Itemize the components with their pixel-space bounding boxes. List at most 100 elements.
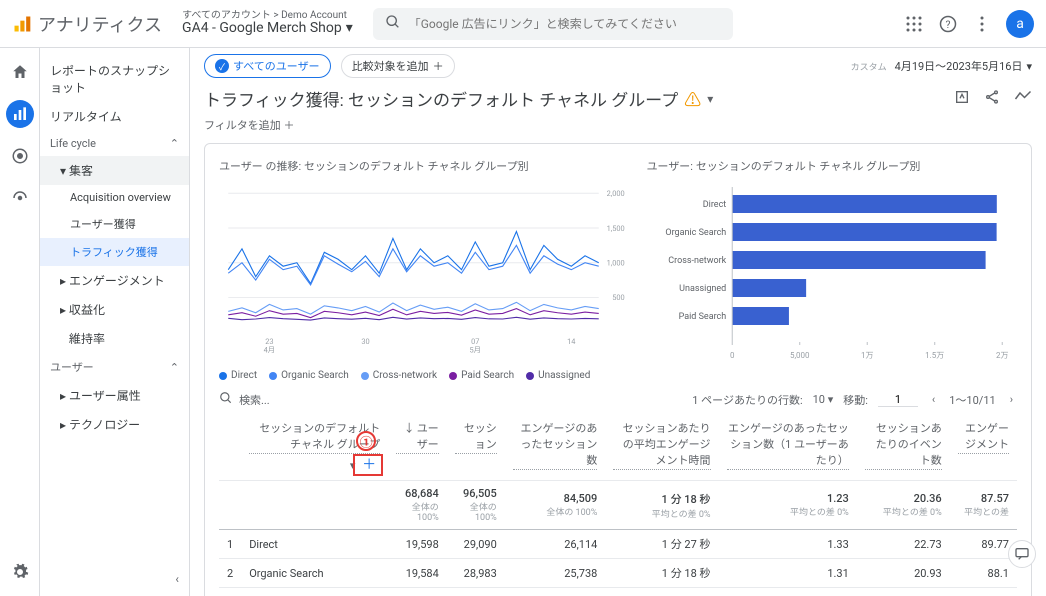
chevron-up-icon: ⌃	[170, 137, 179, 150]
explore-icon[interactable]	[6, 142, 34, 170]
data-table: セッションのデフォルト チャネル グループ ▾ ＋ ユーザー セッション エンゲ…	[219, 414, 1017, 596]
page-range: 1～10/11	[949, 392, 995, 408]
col-users[interactable]: ユーザー	[396, 420, 439, 454]
date-range-picker[interactable]: カスタム 4月19日～2023年5月16日 ▾	[851, 58, 1032, 74]
product-logo[interactable]: アナリティクス	[12, 11, 162, 37]
legend-item[interactable]: Paid Search	[449, 370, 514, 381]
gear-icon[interactable]	[6, 558, 34, 586]
legend-item[interactable]: Direct	[219, 370, 257, 381]
insights-icon[interactable]	[1014, 89, 1032, 109]
svg-text:Paid Search: Paid Search	[678, 312, 726, 322]
table-search-label[interactable]: 検索...	[239, 392, 270, 408]
goto-input[interactable]	[878, 393, 918, 407]
table-controls: 検索... 1 ページあたりの行数: 10 ▾ 移動: ‹ 1～10/11 ›	[219, 381, 1017, 414]
table-row[interactable]: 1Direct19,59829,09026,1141 分 27 秒1.3322.…	[219, 530, 1017, 559]
add-dimension-button[interactable]: ＋	[358, 457, 380, 473]
plus-icon: ＋	[433, 58, 444, 74]
line-chart-svg: 5001,0001,5002,000234月30075月14	[219, 182, 627, 362]
report-actions	[954, 89, 1032, 109]
nav-tech[interactable]: ▸ テクノロジー	[40, 410, 189, 439]
main-content: ✓ すべてのユーザー 比較対象を追加 ＋ カスタム 4月19日～2023年5月1…	[190, 48, 1046, 596]
search-bar[interactable]	[373, 8, 733, 40]
reports-icon[interactable]	[6, 100, 34, 128]
ads-icon[interactable]	[6, 184, 34, 212]
col-sessions[interactable]: セッション	[455, 420, 497, 454]
nav-retention[interactable]: 維持率	[40, 324, 189, 353]
chevron-down-icon: ▾	[346, 21, 353, 36]
svg-text:Cross-network: Cross-network	[668, 256, 726, 266]
col-eng-rate[interactable]: エンゲージメント	[958, 420, 1009, 454]
svg-text:30: 30	[361, 337, 369, 346]
chevron-down-icon: ▾	[1026, 60, 1032, 73]
svg-text:1万: 1万	[861, 351, 874, 360]
legend-item[interactable]: Cross-network	[361, 370, 437, 381]
svg-text:1.5万: 1.5万	[925, 351, 944, 360]
nav-user-acq[interactable]: ユーザー獲得	[40, 210, 189, 238]
table-row[interactable]: 2Organic Search19,58428,98325,7381 分 18 …	[219, 559, 1017, 588]
svg-text:2,000: 2,000	[607, 189, 625, 198]
rows-per-page-label: 1 ページあたりの行数:	[692, 392, 802, 408]
home-icon[interactable]	[6, 58, 34, 86]
property-name: GA4 - Google Merch Shop	[182, 21, 342, 36]
segment-all-users[interactable]: ✓ すべてのユーザー	[204, 54, 331, 78]
legend-item[interactable]: Organic Search	[269, 370, 349, 381]
next-page-icon[interactable]: ›	[1006, 393, 1017, 406]
avatar[interactable]: a	[1006, 10, 1034, 38]
prev-page-icon[interactable]: ‹	[928, 393, 939, 406]
warning-icon[interactable]: ⚠	[684, 86, 701, 111]
property-picker[interactable]: すべてのアカウント > Demo Account GA4 - Google Me…	[182, 10, 353, 36]
svg-text:1,500: 1,500	[607, 224, 625, 233]
nav-acquisition[interactable]: ▾ 集客	[40, 156, 189, 185]
dimension-header[interactable]: セッションのデフォルト チャネル グループ	[249, 420, 380, 454]
legend-item[interactable]: Unassigned	[526, 370, 590, 381]
col-events[interactable]: セッションあたりのイベント数	[865, 420, 942, 470]
nav-realtime[interactable]: リアルタイム	[40, 102, 189, 131]
nav-user-section[interactable]: ユーザー⌃	[40, 353, 189, 381]
totals-row: 68,684全体の 100% 96,505全体の 100% 84,509全体の …	[219, 481, 1017, 530]
chevron-down-icon[interactable]: ▾	[707, 92, 713, 106]
nav-snapshot[interactable]: レポートのスナップショット	[40, 56, 189, 102]
feedback-button[interactable]	[1008, 540, 1036, 568]
more-icon[interactable]	[972, 14, 992, 34]
apps-icon[interactable]	[904, 14, 924, 34]
chevron-up-icon: ⌃	[170, 361, 179, 374]
rows-per-page-select[interactable]: 10 ▾	[813, 393, 834, 406]
customize-icon[interactable]	[954, 89, 970, 109]
bar-chart: ユーザー: セッションのデフォルト チャネル グループ別 DirectOrgan…	[647, 158, 1017, 381]
line-legend: Direct Organic Search Cross-network Paid Se…	[219, 370, 627, 381]
svg-text:5月: 5月	[469, 346, 481, 355]
nav-lifecycle[interactable]: Life cycle⌃	[40, 131, 189, 156]
search-input[interactable]	[409, 17, 721, 31]
svg-text:Organic Search: Organic Search	[665, 228, 726, 238]
help-icon[interactable]: ?	[938, 14, 958, 34]
share-icon[interactable]	[984, 89, 1000, 109]
table-row[interactable]: 3Cross-network18,76822,25521,6841 分 10 秒…	[219, 588, 1017, 596]
nav-acq-overview[interactable]: Acquisition overview	[40, 185, 189, 210]
svg-text:1,000: 1,000	[607, 259, 625, 268]
report-nav: レポートのスナップショット リアルタイム Life cycle⌃ ▾ 集客 Ac…	[40, 48, 190, 596]
search-icon	[385, 14, 401, 34]
filter-bar: フィルタを追加 ＋	[190, 117, 1046, 143]
collapse-sidebar-icon[interactable]: ‹	[175, 572, 179, 586]
svg-text:4月: 4月	[264, 346, 276, 355]
app-header: アナリティクス すべてのアカウント > Demo Account GA4 - G…	[0, 0, 1046, 48]
page-title: トラフィック獲得: セッションのデフォルト チャネル グループ ⚠ ▾	[204, 86, 713, 111]
check-icon: ✓	[215, 59, 229, 73]
bar-chart-svg: DirectOrganic SearchCross-networkUnassig…	[647, 182, 1017, 362]
nav-traffic-acq[interactable]: トラフィック獲得	[40, 238, 189, 266]
nav-user-attr[interactable]: ▸ ユーザー属性	[40, 381, 189, 410]
col-engaged[interactable]: エンゲージのあったセッション数	[513, 420, 598, 470]
nav-monetization[interactable]: ▸ 収益化	[40, 295, 189, 324]
svg-text:0: 0	[730, 351, 735, 360]
nav-engagement[interactable]: ▸ エンゲージメント	[40, 266, 189, 295]
svg-text:Unassigned: Unassigned	[679, 284, 726, 294]
svg-text:500: 500	[612, 293, 624, 302]
col-avg-eng-time[interactable]: セッションあたりの平均エンゲージメント時間	[613, 420, 710, 470]
charts-card: ユーザー の推移: セッションのデフォルト チャネル グループ別 5001,00…	[204, 143, 1032, 596]
segment-toolbar: ✓ すべてのユーザー 比較対象を追加 ＋ カスタム 4月19日～2023年5月1…	[190, 48, 1046, 84]
col-eng-per-user[interactable]: エンゲージのあったセッション数（1 ユーザーあたり）	[727, 420, 849, 470]
line-chart: ユーザー の推移: セッションのデフォルト チャネル グループ別 5001,00…	[219, 158, 627, 381]
svg-text:5,000: 5,000	[789, 351, 809, 360]
add-filter[interactable]: フィルタを追加 ＋	[204, 117, 295, 133]
add-comparison[interactable]: 比較対象を追加 ＋	[341, 54, 455, 78]
